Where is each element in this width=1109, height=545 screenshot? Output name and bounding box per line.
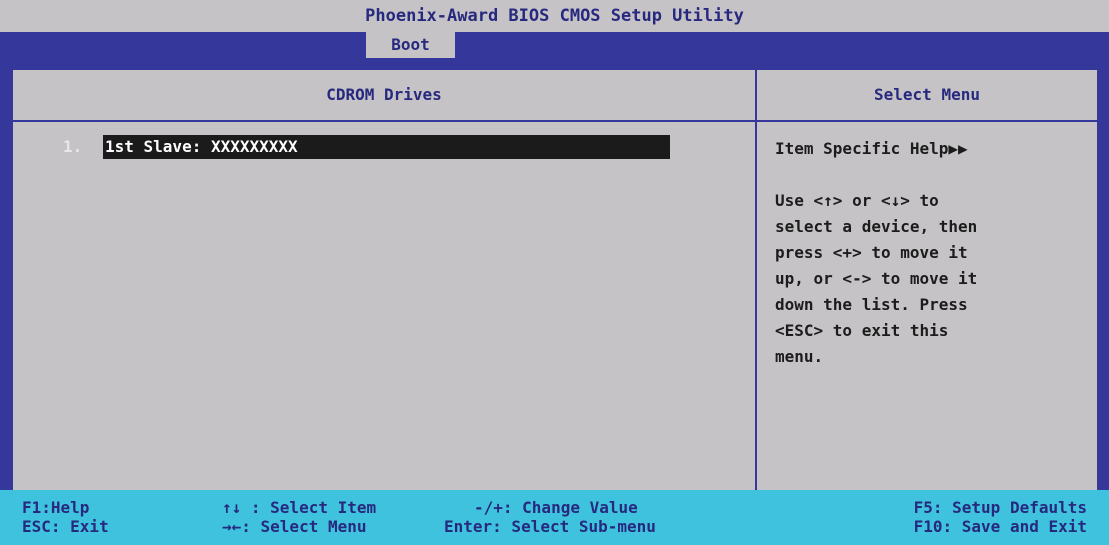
help-line: menu. bbox=[775, 347, 824, 366]
item-specific-help: Item Specific Help▶▶ Use <↑> or <↓> to s… bbox=[775, 136, 1095, 370]
help-line: down the list. Press bbox=[775, 295, 968, 314]
window-title: Phoenix-Award BIOS CMOS Setup Utility bbox=[0, 0, 1109, 32]
exit-key-hint: ESC: Exit bbox=[22, 517, 109, 536]
key-help-bar: F1:Help ESC: Exit ↑↓ : Select Item →←: S… bbox=[0, 490, 1109, 545]
boot-device-item[interactable]: 1. 1st Slave: XXXXXXXXX bbox=[63, 135, 670, 159]
item-label[interactable]: 1st Slave: XXXXXXXXX bbox=[103, 135, 670, 159]
item-number: 1. bbox=[63, 137, 83, 156]
help-key-hint: F1:Help bbox=[22, 498, 90, 517]
save-exit-hint: F10: Save and Exit bbox=[913, 517, 1087, 536]
help-title: Item Specific Help▶▶ bbox=[775, 139, 968, 158]
setup-defaults-hint: F5: Setup Defaults bbox=[913, 498, 1087, 517]
tab-boot[interactable]: Boot bbox=[366, 32, 455, 58]
help-line: select a device, then bbox=[775, 217, 978, 236]
help-line: Use <↑> or <↓> to bbox=[775, 191, 939, 210]
help-line: up, or <-> to move it bbox=[775, 269, 978, 288]
select-item-hint: ↑↓ : Select Item bbox=[222, 498, 377, 517]
select-submenu-hint: Enter: Select Sub-menu bbox=[444, 517, 656, 536]
select-menu-hint: →←: Select Menu bbox=[222, 517, 367, 536]
help-line: press <+> to move it bbox=[775, 243, 968, 262]
header-divider bbox=[13, 120, 1097, 122]
section-title: CDROM Drives bbox=[326, 85, 442, 104]
panel-divider bbox=[755, 70, 757, 490]
change-value-hint: -/+: Change Value bbox=[474, 498, 638, 517]
boot-panel: CDROM Drives Select Menu 1. 1st Slave: XX… bbox=[11, 68, 1099, 492]
help-panel-title: Select Menu bbox=[874, 85, 980, 104]
main-area: CDROM Drives Select Menu 1. 1st Slave: XX… bbox=[0, 58, 1109, 492]
help-line: <ESC> to exit this bbox=[775, 321, 949, 340]
menu-bar: Boot bbox=[0, 32, 1109, 58]
